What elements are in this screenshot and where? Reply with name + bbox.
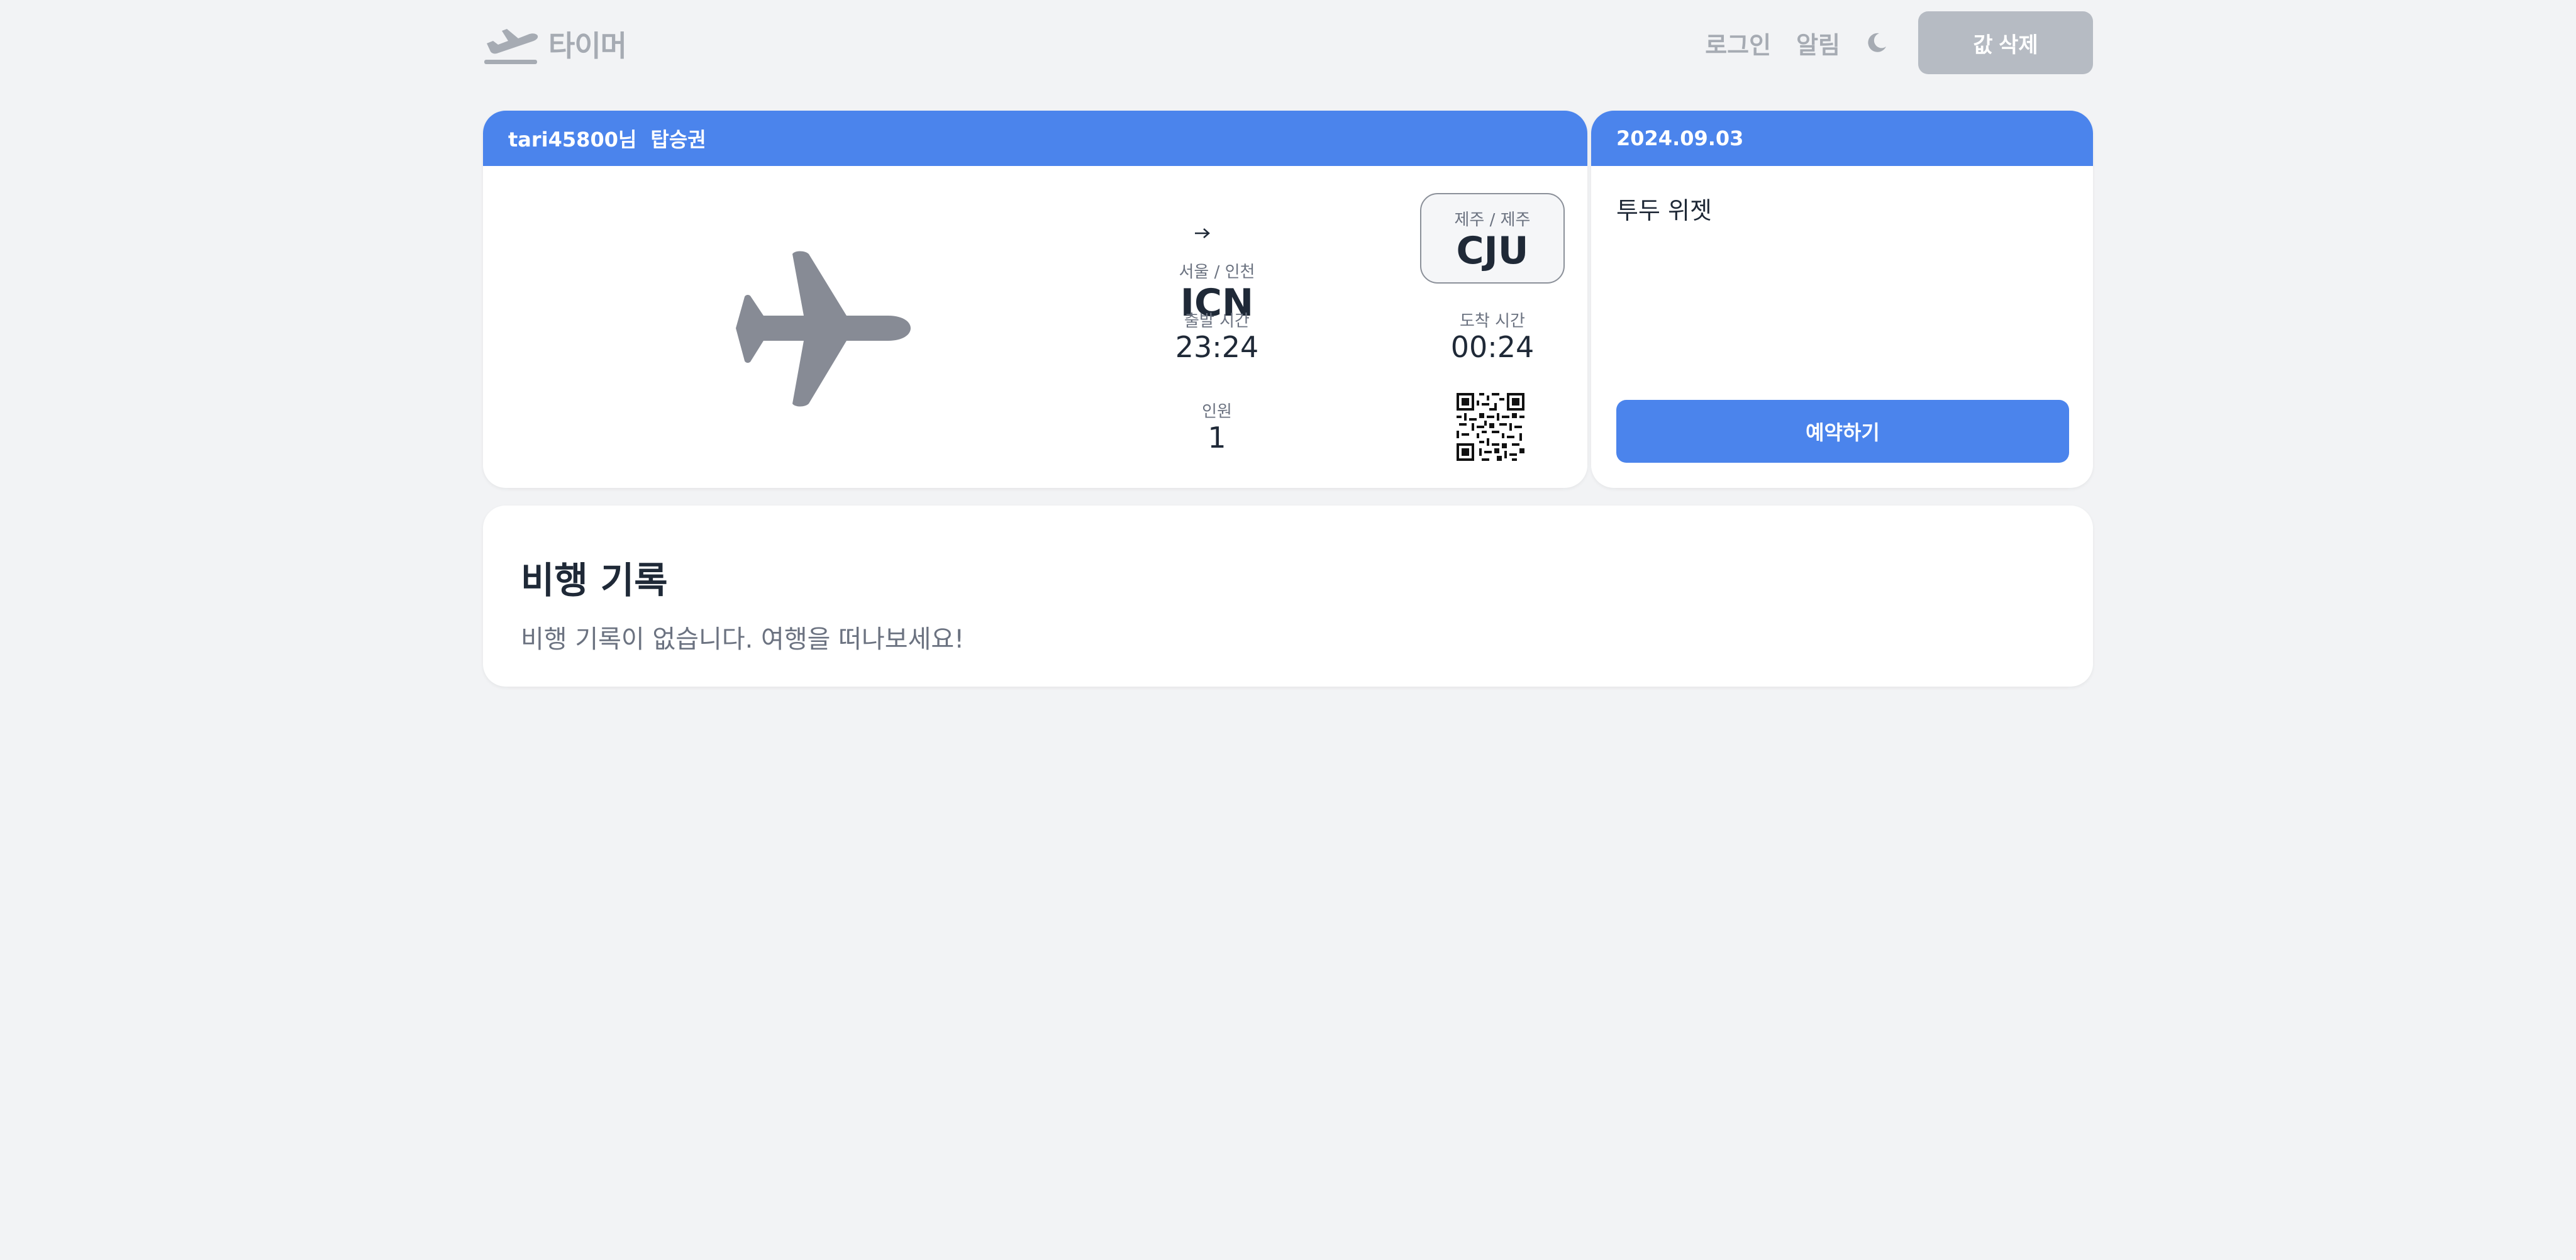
flight-log-empty-message: 비행 기록이 없습니다. 여행을 떠나보세요! [521,625,965,654]
todo-widget-title: 투두 위젯 [1616,197,1712,224]
arrival-time: 00:24 [1450,330,1535,364]
arrival-block: 도착 시간 00:24 [1445,308,1540,363]
passengers-count: 1 [1208,421,1226,455]
top-header: 타이머 로그인 알림 값 삭제 [483,11,2093,77]
boarding-pass-header: tari45800님 탑승권 [483,111,1587,166]
reserve-button[interactable]: 예약하기 [1616,400,2069,463]
departure-block: 출발 시간 23:24 [1170,308,1264,363]
arrival-label: 도착 시간 [1460,312,1525,331]
login-link[interactable]: 로그인 [1705,26,1771,60]
logo[interactable]: 타이머 [483,23,627,65]
alerts-link[interactable]: 알림 [1796,26,1840,60]
passengers-block: 인원 1 [1182,399,1252,454]
airplane-icon [736,251,911,407]
qr-code-icon [1457,393,1524,461]
arrow-right-icon [1195,228,1210,238]
boarding-pass-title: 탑승권 [650,128,706,152]
dark-mode-moon-icon[interactable] [1865,31,1889,55]
boarding-pass-user: tari45800님 [508,128,637,152]
flight-log-card: 비행 기록 비행 기록이 없습니다. 여행을 떠나보세요! [483,506,2093,687]
delete-values-button[interactable]: 값 삭제 [1918,11,2093,74]
destination-block[interactable]: 제주 / 제주 CJU [1420,193,1565,284]
airplane-takeoff-icon [484,29,538,64]
todo-widget-card: 2024.09.03 투두 위젯 예약하기 [1591,111,2093,488]
todo-widget-header: 2024.09.03 [1591,111,2093,166]
destination-city: 제주 / 제주 [1454,211,1531,229]
header-nav: 로그인 알림 값 삭제 [1705,11,2093,74]
todo-date: 2024.09.03 [1616,126,1744,150]
flight-log-title: 비행 기록 [521,559,668,602]
origin-city: 서울 / 인천 [1179,263,1255,282]
logo-text: 타이머 [548,29,627,63]
passengers-label: 인원 [1202,402,1232,421]
boarding-pass-card: tari45800님 탑승권 서울 / 인천 ICN 제주 / 제주 CJU 출… [483,111,1587,488]
destination-code: CJU [1456,229,1529,273]
departure-label: 출발 시간 [1184,312,1250,331]
departure-time: 23:24 [1175,330,1259,364]
